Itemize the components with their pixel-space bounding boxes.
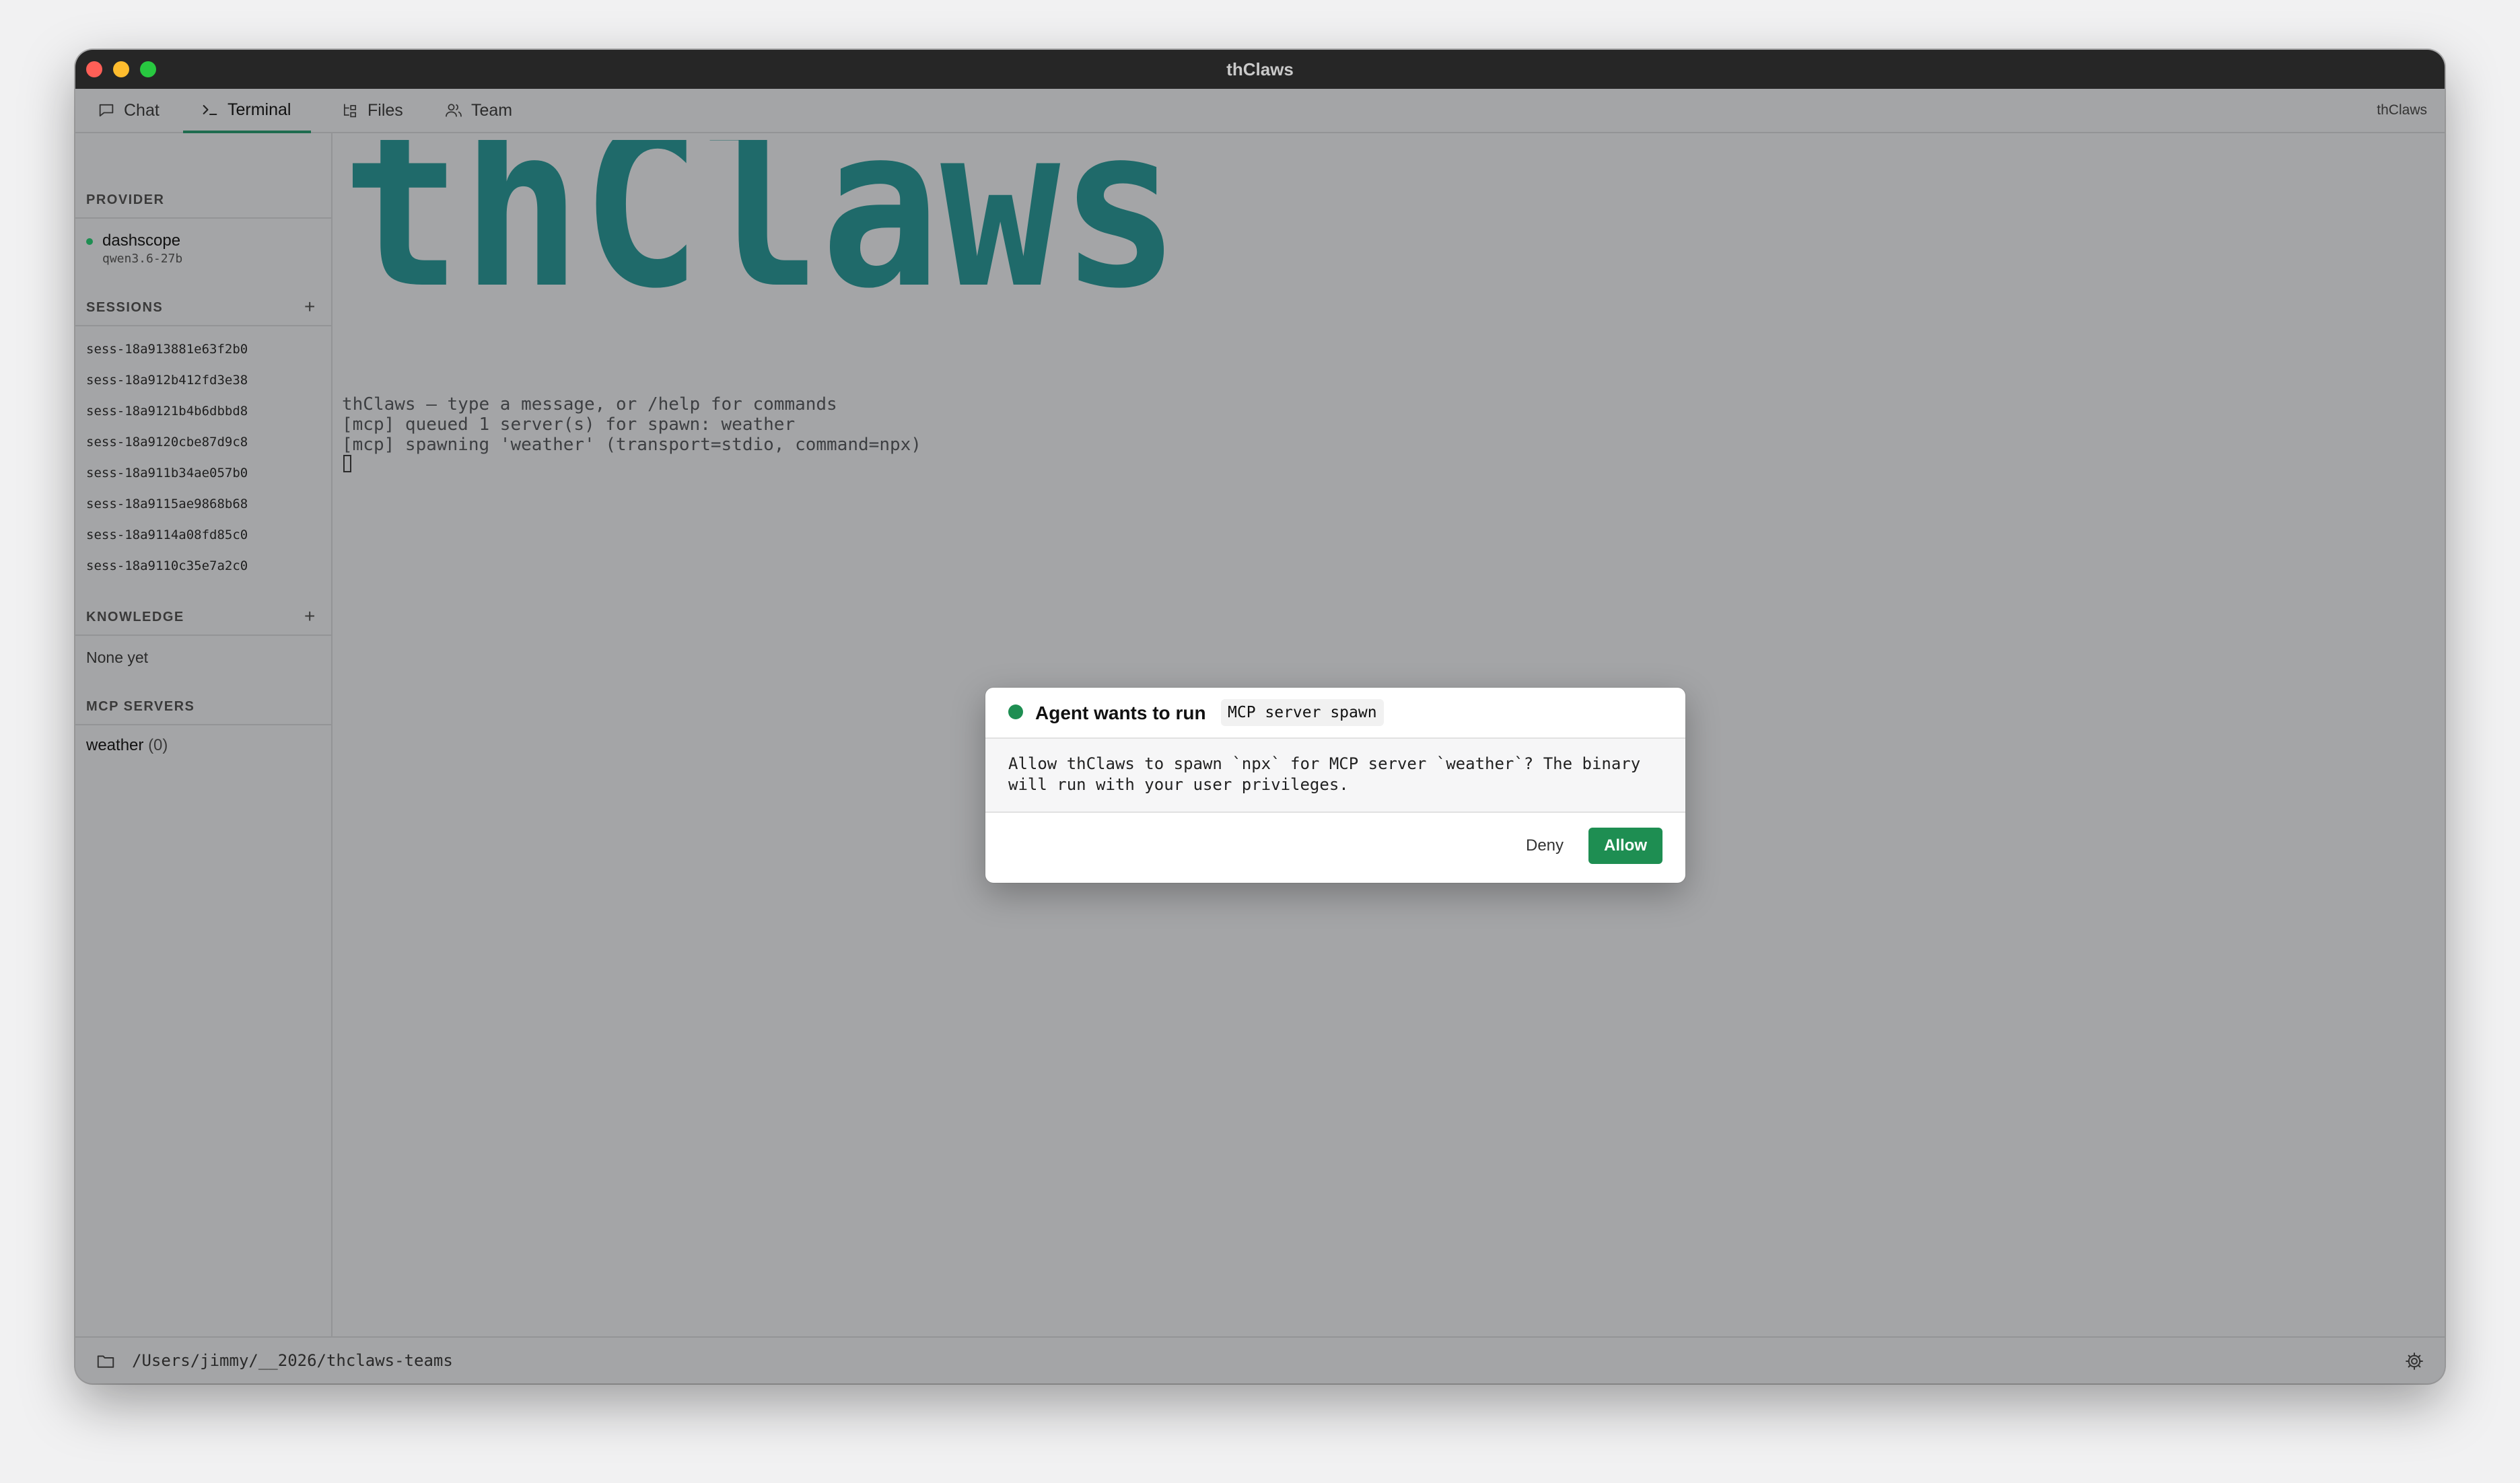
- dialog-title: Agent wants to run: [1035, 702, 1206, 723]
- terminal-line: [mcp] queued 1 server(s) for spawn: weat…: [342, 414, 796, 435]
- add-session-button[interactable]: +: [304, 297, 315, 316]
- people-icon: [446, 104, 462, 117]
- session-item[interactable]: sess-18a9114a08fd85c0: [86, 528, 248, 542]
- tool-chip: MCP server spawn: [1221, 699, 1384, 726]
- thclaws-ascii-banner: thClaws: [342, 140, 1180, 308]
- tab-files-label: Files: [368, 100, 403, 120]
- permission-dialog: Agent wants to run MCP server spawn Allo…: [985, 688, 1685, 883]
- title-bar: thClaws: [75, 50, 2445, 89]
- add-knowledge-button[interactable]: +: [304, 607, 315, 626]
- folder-tree-icon: [343, 104, 357, 118]
- tab-terminal-label: Terminal: [228, 100, 291, 119]
- status-dot: [1008, 704, 1023, 719]
- session-item[interactable]: sess-18a912b412fd3e38: [86, 373, 248, 388]
- session-item[interactable]: sess-18a9110c35e7a2c0: [86, 558, 248, 573]
- dialog-header: Agent wants to run MCP server spawn: [985, 688, 1685, 739]
- deny-button[interactable]: Deny: [1514, 828, 1575, 864]
- allow-button[interactable]: Allow: [1588, 828, 1663, 864]
- provider-section-title: PROVIDER: [86, 192, 165, 207]
- provider-model: qwen3.6-27b: [102, 252, 183, 266]
- sessions-section-title: SESSIONS: [86, 300, 164, 315]
- session-item[interactable]: sess-18a913881e63f2b0: [86, 342, 248, 357]
- session-item[interactable]: sess-18a9120cbe87d9c8: [86, 435, 248, 449]
- mcp-server-item[interactable]: weather (0): [86, 736, 168, 755]
- divider: [75, 217, 331, 219]
- provider-name: dashscope: [102, 231, 181, 250]
- divider: [75, 724, 331, 725]
- knowledge-section-title: KNOWLEDGE: [86, 610, 184, 624]
- terminal-output: thClaws — type a message, or /help for c…: [342, 394, 921, 455]
- session-item[interactable]: sess-18a9121b4b6dbbd8: [86, 404, 248, 419]
- mcp-section-title: MCP SERVERS: [86, 699, 195, 714]
- divider: [75, 635, 331, 636]
- session-item[interactable]: sess-18a9115ae9868b68: [86, 497, 248, 511]
- tab-chat[interactable]: Chat: [97, 89, 160, 132]
- app-window: thClaws Chat Terminal Files Team thClaws…: [75, 50, 2445, 1383]
- mcp-server-name: weather: [86, 736, 144, 754]
- working-directory-path: /Users/jimmy/__2026/thclaws-teams: [132, 1351, 453, 1370]
- mcp-server-count: (0): [148, 736, 168, 754]
- banner-text: thClaws: [342, 140, 1180, 308]
- status-bar: /Users/jimmy/__2026/thclaws-teams: [75, 1336, 2445, 1383]
- terminal-cursor: [343, 455, 351, 472]
- chat-bubble-icon: [99, 104, 114, 117]
- sidebar: PROVIDER dashscope qwen3.6-27b SESSIONS …: [75, 133, 332, 1336]
- knowledge-empty-text: None yet: [86, 649, 149, 666]
- provider-status-dot: [86, 238, 93, 245]
- divider: [75, 325, 331, 326]
- dialog-message: Allow thClaws to spawn `npx` for MCP ser…: [985, 739, 1685, 813]
- tab-chat-label: Chat: [124, 100, 160, 120]
- tab-terminal[interactable]: Terminal: [183, 89, 312, 133]
- session-item[interactable]: sess-18a911b34ae057b0: [86, 466, 248, 480]
- terminal-line: [mcp] spawning 'weather' (transport=stdi…: [342, 435, 921, 455]
- window-title: thClaws: [1226, 59, 1294, 79]
- tab-team-label: Team: [471, 100, 513, 120]
- tab-bar: Chat Terminal Files Team thClaws: [75, 89, 2445, 133]
- tab-team[interactable]: Team: [444, 89, 512, 132]
- terminal-line: thClaws — type a message, or /help for c…: [342, 394, 837, 414]
- folder-icon[interactable]: [96, 1351, 116, 1371]
- brand-label: thClaws: [2377, 102, 2427, 118]
- tab-files[interactable]: Files: [341, 89, 403, 132]
- terminal-prompt-icon: [203, 105, 217, 116]
- gear-icon[interactable]: [2404, 1351, 2424, 1371]
